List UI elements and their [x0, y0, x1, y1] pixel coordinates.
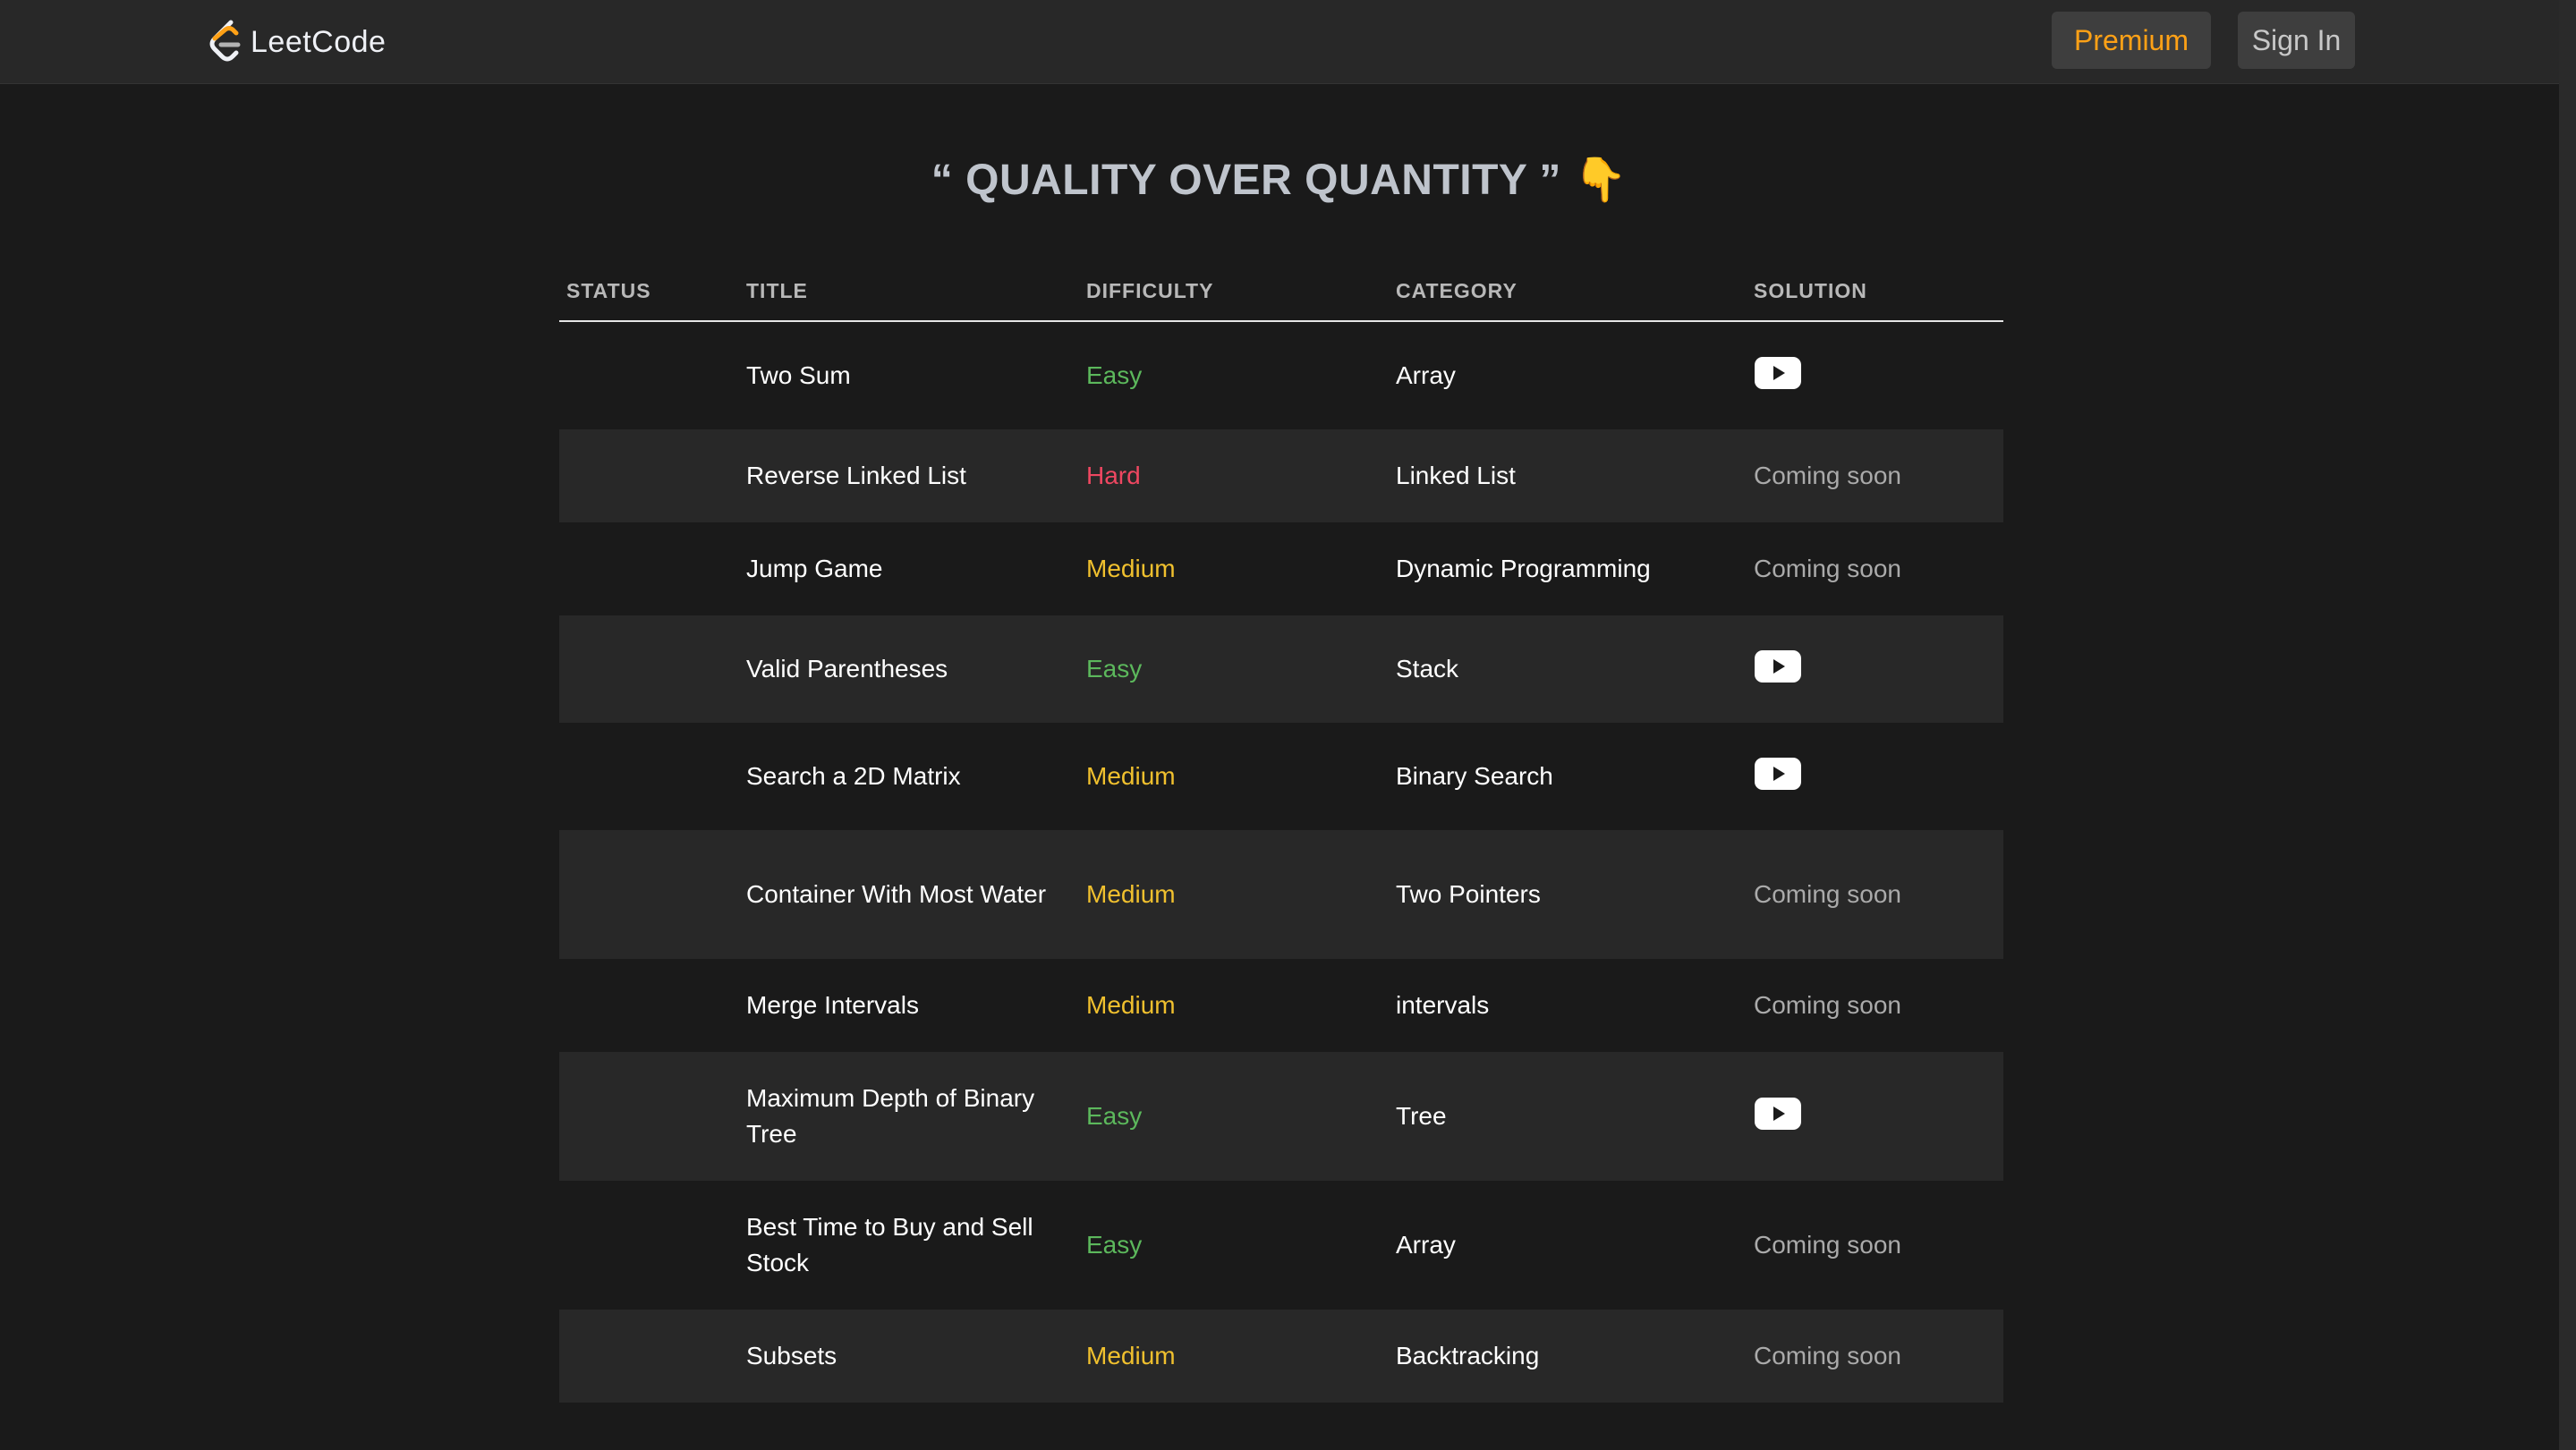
table-row[interactable]: Subsets Medium Backtracking Coming soon — [559, 1310, 2003, 1403]
difficulty-label: Medium — [1086, 555, 1176, 582]
category-label: Array — [1396, 361, 1456, 389]
heading-text: “ QUALITY OVER QUANTITY ” — [931, 157, 1561, 204]
top-navbar: LeetCode Premium Sign In — [0, 0, 2559, 84]
coming-soon-label: Coming soon — [1754, 880, 1901, 908]
category-label: Binary Search — [1396, 762, 1553, 790]
table-row[interactable]: Reverse Linked List Hard Linked List Coming… — [559, 429, 2003, 522]
column-header-title: TITLE — [746, 279, 808, 302]
solution-cell[interactable] — [1754, 356, 2003, 396]
category-label: Array — [1396, 1231, 1456, 1259]
solution-cell: Coming soon — [1754, 555, 2003, 583]
table-row[interactable]: Container With Most Water Medium Two Point… — [559, 830, 2003, 959]
problem-title-link[interactable]: Merge Intervals — [746, 988, 1086, 1023]
category-label: Backtracking — [1396, 1342, 1540, 1369]
problem-title-link[interactable]: Best Time to Buy and Sell Stock — [746, 1209, 1086, 1281]
category-label: Two Pointers — [1396, 880, 1541, 908]
difficulty-label: Easy — [1086, 1231, 1143, 1259]
difficulty-label: Medium — [1086, 991, 1176, 1019]
table-row[interactable]: Maximum Depth of Binary Tree Easy Tree — [559, 1052, 2003, 1181]
solution-cell: Coming soon — [1754, 880, 2003, 909]
table-row[interactable]: Search a 2D Matrix Medium Binary Search — [559, 723, 2003, 830]
solution-cell[interactable] — [1754, 649, 2003, 690]
table-row[interactable]: Two Sum Easy Array — [559, 322, 2003, 429]
youtube-play-icon[interactable] — [1754, 356, 1802, 390]
problem-title-link[interactable]: Valid Parentheses — [746, 651, 1086, 687]
solution-cell: Coming soon — [1754, 1342, 2003, 1370]
table-row[interactable]: Best Time to Buy and Sell Stock Easy Array… — [559, 1181, 2003, 1310]
problem-title-link[interactable]: Jump Game — [746, 551, 1086, 587]
leetcode-logo[interactable]: LeetCode — [204, 18, 386, 66]
solution-cell: Coming soon — [1754, 991, 2003, 1020]
category-label: Tree — [1396, 1102, 1447, 1130]
youtube-play-icon[interactable] — [1754, 1097, 1802, 1131]
difficulty-label: Easy — [1086, 361, 1143, 389]
difficulty-label: Medium — [1086, 1342, 1176, 1369]
difficulty-label: Easy — [1086, 1102, 1143, 1130]
problem-title-link[interactable]: Maximum Depth of Binary Tree — [746, 1081, 1086, 1152]
difficulty-label: Easy — [1086, 655, 1143, 683]
sign-in-button[interactable]: Sign In — [2238, 12, 2355, 69]
page-scrollbar[interactable] — [2559, 0, 2576, 1450]
solution-cell[interactable] — [1754, 1097, 2003, 1137]
difficulty-label: Medium — [1086, 762, 1176, 790]
table-body: Two Sum Easy Array Reverse Linked List Hard L… — [559, 322, 2003, 1403]
table-row[interactable]: Jump Game Medium Dynamic Programming Coming… — [559, 522, 2003, 615]
youtube-play-icon[interactable] — [1754, 757, 1802, 791]
category-label: Stack — [1396, 655, 1459, 683]
coming-soon-label: Coming soon — [1754, 555, 1901, 582]
problem-title-link[interactable]: Container With Most Water — [746, 877, 1086, 912]
category-label: Dynamic Programming — [1396, 555, 1651, 582]
solution-cell: Coming soon — [1754, 462, 2003, 490]
leetcode-logo-icon — [209, 20, 241, 62]
problem-title-link[interactable]: Two Sum — [746, 358, 1086, 394]
column-header-solution: SOLUTION — [1754, 278, 1867, 302]
problem-title-link[interactable]: Search a 2D Matrix — [746, 759, 1086, 794]
table-row[interactable]: Merge Intervals Medium intervals Coming soo… — [559, 959, 2003, 1052]
category-label: intervals — [1396, 991, 1490, 1019]
table-header: STATUS TITLE DIFFICULTY CATEGORY SOLUTIO… — [559, 261, 2003, 322]
coming-soon-label: Coming soon — [1754, 991, 1901, 1019]
category-label: Linked List — [1396, 462, 1516, 489]
column-header-status: STATUS — [566, 278, 651, 302]
table-row[interactable]: Valid Parentheses Easy Stack — [559, 615, 2003, 723]
problem-title-link[interactable]: Reverse Linked List — [746, 458, 1086, 494]
solution-cell[interactable] — [1754, 757, 2003, 797]
problem-title-link[interactable]: Subsets — [746, 1338, 1086, 1374]
brand-name: LeetCode — [251, 24, 387, 59]
coming-soon-label: Coming soon — [1754, 1342, 1901, 1369]
difficulty-label: Medium — [1086, 880, 1176, 908]
youtube-play-icon[interactable] — [1754, 649, 1802, 683]
problems-table: STATUS TITLE DIFFICULTY CATEGORY SOLUTIO… — [559, 261, 2003, 1403]
coming-soon-label: Coming soon — [1754, 462, 1901, 489]
page-heading: “ QUALITY OVER QUANTITY ” 👇 — [0, 154, 2559, 205]
difficulty-label: Hard — [1086, 462, 1141, 489]
pointing-down-emoji-icon: 👇 — [1573, 157, 1628, 204]
coming-soon-label: Coming soon — [1754, 1231, 1901, 1259]
solution-cell: Coming soon — [1754, 1231, 2003, 1259]
column-header-difficulty: DIFFICULTY — [1086, 278, 1214, 302]
column-header-category: CATEGORY — [1396, 278, 1518, 302]
premium-button[interactable]: Premium — [2052, 12, 2211, 69]
